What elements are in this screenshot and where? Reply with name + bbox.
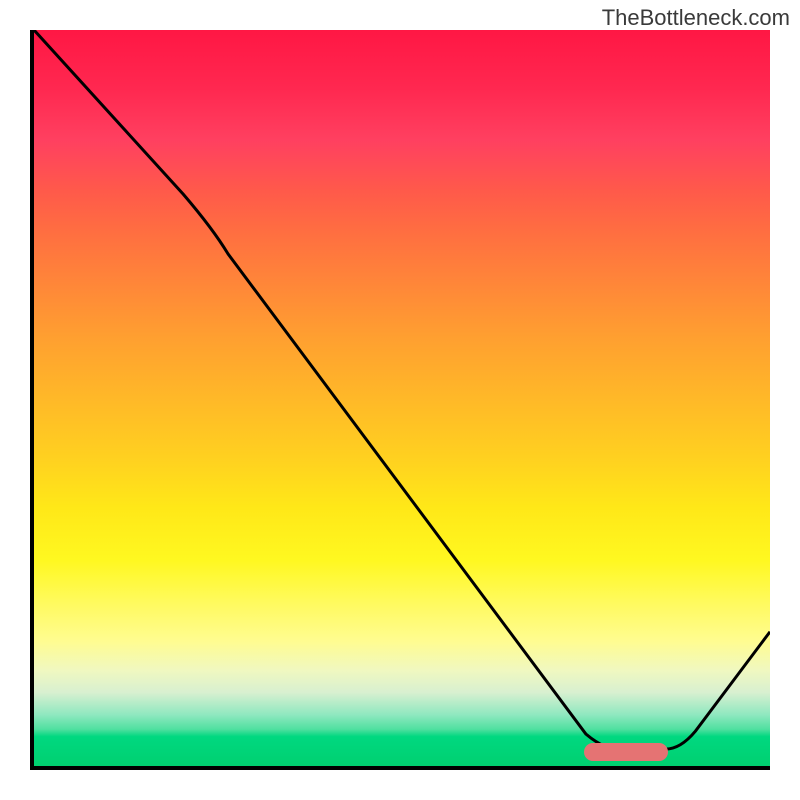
optimal-marker: [584, 743, 668, 761]
chart-area: [30, 30, 770, 770]
chart-svg: [34, 30, 770, 766]
watermark-text: TheBottleneck.com: [602, 5, 790, 31]
data-curve: [34, 30, 770, 751]
